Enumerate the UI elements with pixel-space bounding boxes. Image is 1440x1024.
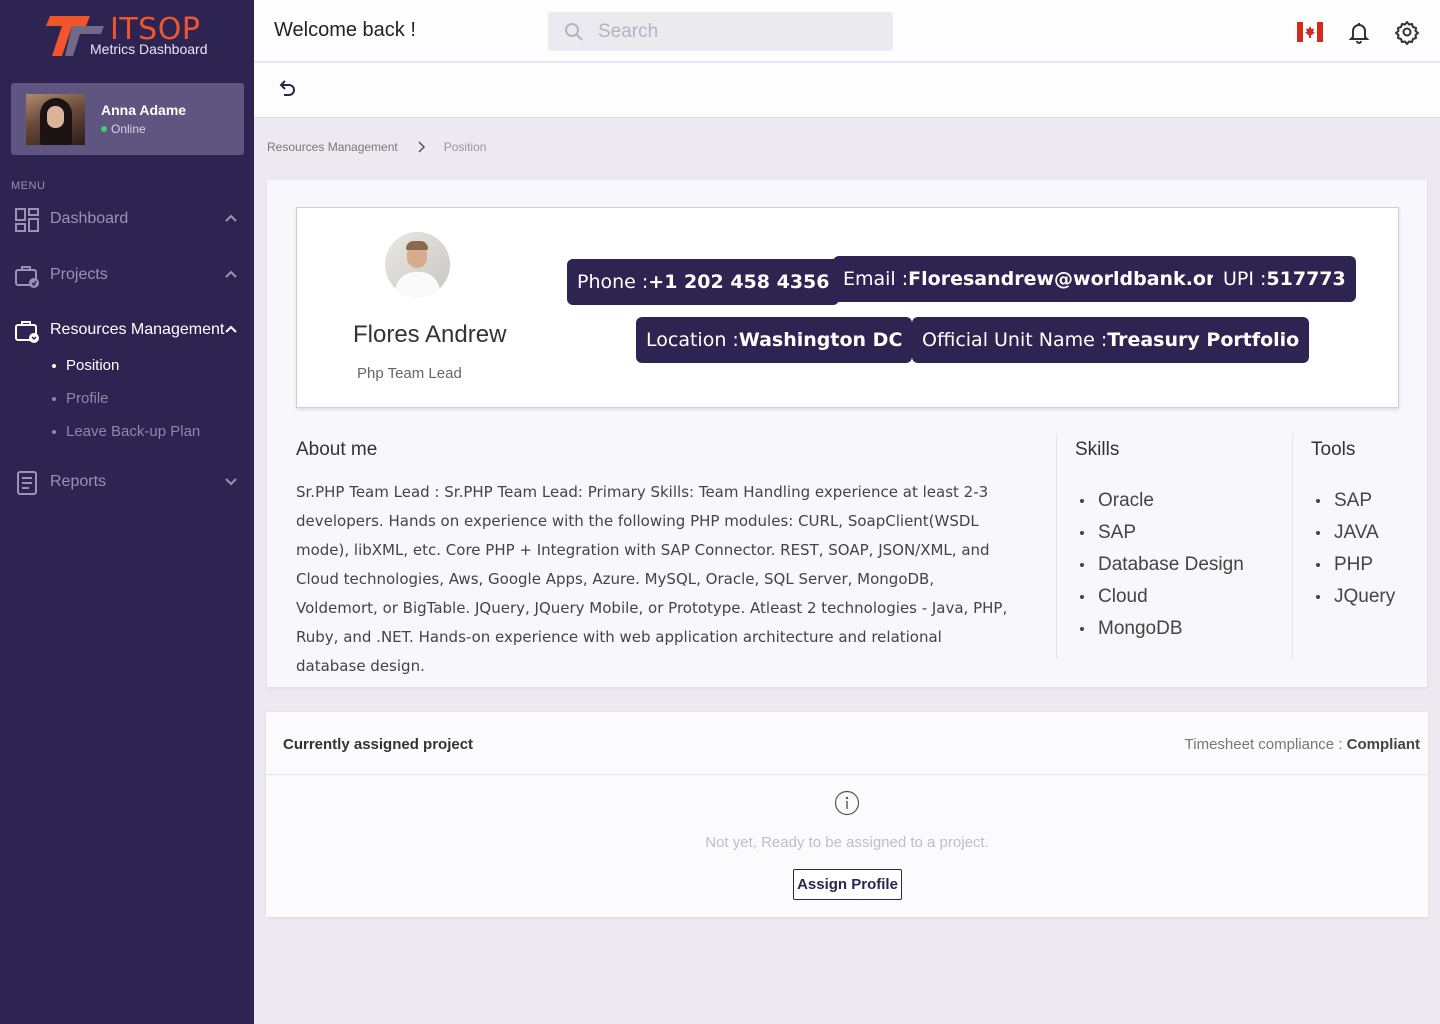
search-input[interactable] — [598, 12, 878, 51]
sidebar-subitem-position[interactable]: Position — [52, 357, 119, 374]
email-label: Email : — [843, 268, 909, 290]
tools-title: Tools — [1311, 439, 1356, 460]
list-item: Cloud — [1080, 581, 1244, 613]
project-header: Currently assigned project Timesheet com… — [266, 712, 1428, 775]
profile-name: Flores Andrew — [353, 321, 507, 348]
location-label: Location : — [646, 329, 739, 351]
breadcrumb-current: Position — [443, 140, 487, 154]
about-text: Sr.PHP Team Lead : Sr.PHP Team Lead: Pri… — [296, 483, 1008, 675]
breadcrumb-parent[interactable]: Resources Management — [267, 140, 398, 154]
phone-value: +1 202 458 4356 — [648, 271, 830, 293]
chevron-down-icon — [225, 478, 237, 486]
user-name: Anna Adame — [101, 102, 187, 118]
column-divider — [1292, 434, 1293, 659]
sidebar-subitem-profile[interactable]: Profile — [52, 390, 109, 407]
project-title: Currently assigned project — [283, 736, 474, 753]
profile-summary: Flores Andrew Php Team Lead Phone : +1 2… — [296, 207, 1399, 408]
sidebar-subitem-label: Leave Back-up Plan — [66, 423, 201, 440]
empty-state-message: Not yet, Ready to be assigned to a proje… — [705, 834, 989, 851]
compliance-value: Compliant — [1346, 736, 1420, 753]
sidebar-subitem-leave-backup-plan[interactable]: Leave Back-up Plan — [52, 423, 200, 440]
search-box[interactable] — [548, 12, 893, 51]
timesheet-compliance: Timesheet compliance : Compliant — [1185, 736, 1420, 753]
projects-icon — [15, 266, 39, 288]
location-value: Washington DC — [738, 329, 903, 351]
skills-list: Oracle SAP Database Design Cloud MongoDB — [1080, 485, 1244, 645]
chevron-up-icon — [225, 270, 237, 278]
location-pill: Location : Washington DC — [636, 317, 913, 363]
search-icon — [565, 23, 583, 41]
list-item: Database Design — [1080, 549, 1244, 581]
online-dot-icon — [101, 126, 107, 132]
sidebar-subitem-label: Profile — [66, 390, 109, 407]
unit-label: Official Unit Name : — [922, 329, 1108, 351]
undo-back-icon[interactable] — [276, 79, 298, 101]
chevron-right-icon — [418, 141, 425, 153]
sidebar-item-reports[interactable]: Reports — [0, 464, 254, 500]
brand-subtitle: Metrics Dashboard — [90, 41, 208, 57]
resources-icon — [15, 321, 39, 343]
sidebar-item-dashboard[interactable]: Dashboard — [0, 201, 254, 237]
phone-pill: Phone : +1 202 458 4356 — [567, 259, 840, 305]
canada-flag-icon[interactable] — [1296, 18, 1324, 46]
dashboard-icon — [15, 208, 39, 232]
profile-role: Php Team Lead — [357, 365, 462, 382]
sidebar-subitem-label: Position — [66, 357, 120, 374]
sidebar: ITSOP Metrics Dashboard Anna Adame Onlin… — [0, 0, 254, 1024]
assign-profile-button[interactable]: Assign Profile — [793, 869, 902, 900]
unit-pill: Official Unit Name : Treasury Portfolio — [912, 317, 1310, 363]
column-divider — [1056, 434, 1057, 659]
avatar — [26, 94, 85, 145]
list-item: Oracle — [1080, 485, 1244, 517]
upi-pill: UPI : 517773 — [1213, 256, 1356, 302]
email-pill: Email : Floresandrew@worldbank.org — [833, 256, 1239, 302]
sidebar-item-projects[interactable]: Projects — [0, 257, 254, 293]
gear-icon[interactable] — [1393, 18, 1421, 46]
info-icon — [834, 790, 860, 816]
chevron-up-icon — [225, 325, 237, 333]
list-item: JAVA — [1316, 517, 1395, 549]
sidebar-item-label: Reports — [50, 473, 107, 490]
reports-icon — [17, 471, 37, 495]
welcome-text: Welcome back ! — [274, 19, 416, 41]
compliance-label: Timesheet compliance : — [1184, 736, 1347, 753]
action-bar — [254, 63, 1440, 118]
upi-label: UPI : — [1223, 268, 1267, 290]
upi-value: 517773 — [1266, 268, 1346, 290]
list-item: SAP — [1080, 517, 1244, 549]
list-item: PHP — [1316, 549, 1395, 581]
chevron-up-icon — [225, 214, 237, 222]
profile-avatar — [385, 232, 450, 297]
sidebar-item-label: Projects — [50, 266, 108, 283]
user-status-label: Online — [111, 122, 146, 136]
about-title: About me — [296, 439, 378, 460]
top-bar: Welcome back ! — [254, 0, 1440, 62]
email-value: Floresandrew@worldbank.org — [908, 268, 1229, 290]
list-item: MongoDB — [1080, 613, 1244, 645]
bell-icon[interactable] — [1345, 18, 1373, 46]
unit-value: Treasury Portfolio — [1107, 329, 1300, 351]
profile-card: Flores Andrew Php Team Lead Phone : +1 2… — [267, 180, 1427, 687]
menu-label: MENU — [11, 180, 46, 192]
sidebar-item-label: Dashboard — [50, 210, 129, 227]
breadcrumb: Resources Management Position — [267, 140, 486, 154]
list-item: JQuery — [1316, 581, 1395, 613]
user-card[interactable]: Anna Adame Online — [11, 83, 244, 155]
assigned-project-card: Currently assigned project Timesheet com… — [266, 712, 1428, 917]
list-item: SAP — [1316, 485, 1395, 517]
brand-logo[interactable]: ITSOP Metrics Dashboard — [46, 12, 226, 62]
user-status: Online — [101, 122, 146, 136]
sidebar-item-label: Resources Management — [50, 321, 225, 338]
phone-label: Phone : — [577, 271, 649, 293]
skills-title: Skills — [1075, 439, 1120, 460]
tools-list: SAP JAVA PHP JQuery — [1316, 485, 1395, 613]
sidebar-item-resources-management[interactable]: Resources Management — [0, 312, 254, 348]
